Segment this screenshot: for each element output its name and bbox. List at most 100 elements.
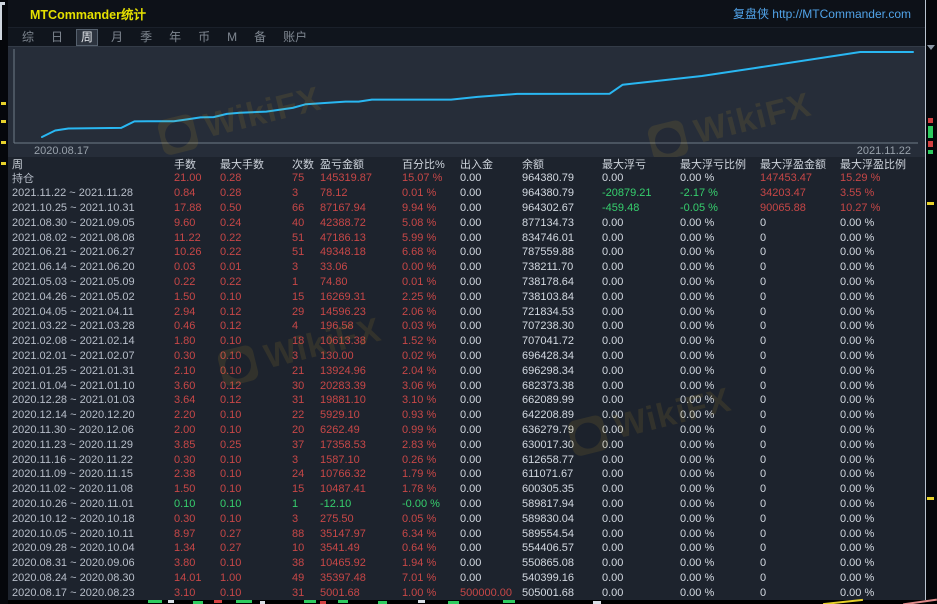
- table-row-2020-11-30[interactable]: 2020.11.30 ~ 2020.12.062.000.10206262.49…: [8, 423, 925, 438]
- cell: 0: [760, 468, 840, 480]
- table-row-2020-08-24[interactable]: 2020.08.24 ~ 2020.08.3014.011.004935397.…: [8, 571, 925, 586]
- menu-item-yue[interactable]: 月: [107, 30, 127, 45]
- cell: 0.00: [602, 335, 680, 347]
- menu-item-zhanghu[interactable]: 账户: [279, 30, 311, 45]
- cell: 0.00: [602, 439, 680, 451]
- table-row-2020-11-16[interactable]: 2020.11.16 ~ 2020.11.220.300.1031587.100…: [8, 452, 925, 467]
- table-row-2021-02-08[interactable]: 2021.02.08 ~ 2021.02.141.800.101810613.3…: [8, 334, 925, 349]
- menu-item-zong[interactable]: 综: [18, 30, 38, 45]
- cell: 1: [292, 276, 320, 288]
- cell: 29: [292, 306, 320, 318]
- cell: 0.00: [602, 320, 680, 332]
- menu-item-bi[interactable]: 币: [194, 30, 214, 45]
- cell: 0.00: [460, 365, 522, 377]
- table-row-2021-04-05[interactable]: 2021.04.05 ~ 2021.04.112.940.122914596.2…: [8, 304, 925, 319]
- table-row-2020-10-05[interactable]: 2020.10.05 ~ 2020.10.118.970.278835147.9…: [8, 526, 925, 541]
- cell: 0.10: [220, 513, 292, 525]
- equity-chart[interactable]: 2020.08.17 2021.11.22 WikiFX WikiFX: [8, 46, 925, 157]
- table-row-2021-01-25[interactable]: 2021.01.25 ~ 2021.01.312.100.102113924.9…: [8, 363, 925, 378]
- table-row-2020-10-26[interactable]: 2020.10.26 ~ 2020.11.010.100.101-12.10-0…: [8, 497, 925, 512]
- cell: 2021.10.25 ~ 2021.10.31: [8, 202, 174, 214]
- cell: 2020.09.28 ~ 2020.10.04: [8, 542, 174, 554]
- cell: -0.05 %: [680, 202, 760, 214]
- cell: 0.01: [220, 261, 292, 273]
- cell: 0.00: [602, 542, 680, 554]
- cell: 10613.38: [320, 335, 402, 347]
- menu-item-ji[interactable]: 季: [136, 30, 156, 45]
- cell: 0.00 %: [840, 365, 919, 377]
- table-row-2021-05-03[interactable]: 2021.05.03 ~ 2021.05.090.220.22174.800.0…: [8, 275, 925, 290]
- cell: 15.29 %: [840, 172, 919, 184]
- cell: 600305.35: [522, 483, 602, 495]
- cell: 0.10: [220, 335, 292, 347]
- cell: 589830.04: [522, 513, 602, 525]
- cell: 0.00: [460, 380, 522, 392]
- table-row-2021-01-04[interactable]: 2021.01.04 ~ 2021.01.103.600.123020283.3…: [8, 378, 925, 393]
- table-row-2021-06-21[interactable]: 2021.06.21 ~ 2021.06.2710.260.225149348.…: [8, 245, 925, 260]
- cell: 1.94 %: [402, 557, 460, 569]
- table-row-holdings[interactable]: 持仓21.000.2875145319.8715.07 %0.00964380.…: [8, 171, 925, 186]
- table-row-2021-06-14[interactable]: 2021.06.14 ~ 2021.06.200.030.01333.060.0…: [8, 260, 925, 275]
- menu-item-nian[interactable]: 年: [165, 30, 185, 45]
- cell: 1.50: [174, 291, 220, 303]
- table-row-2020-12-28[interactable]: 2020.12.28 ~ 2021.01.033.640.123119881.1…: [8, 393, 925, 408]
- cell: 2020.11.09 ~ 2020.11.15: [8, 468, 174, 480]
- table-row-2020-11-02[interactable]: 2020.11.02 ~ 2020.11.081.500.101510487.4…: [8, 482, 925, 497]
- cell: 16269.31: [320, 291, 402, 303]
- table-row-2021-11-22[interactable]: 2021.11.22 ~ 2021.11.280.840.28378.120.0…: [8, 186, 925, 201]
- cell: 3: [292, 454, 320, 466]
- table-row-2021-02-01[interactable]: 2021.02.01 ~ 2021.02.070.300.103130.000.…: [8, 349, 925, 364]
- table-row-2020-12-14[interactable]: 2020.12.14 ~ 2020.12.202.200.10225929.10…: [8, 408, 925, 423]
- table-row-2020-08-17[interactable]: 2020.08.17 ~ 2020.08.233.100.10315001.68…: [8, 585, 925, 600]
- cell: 3.60: [174, 380, 220, 392]
- cell: 2.00: [174, 424, 220, 436]
- menu-item-ri[interactable]: 日: [47, 30, 67, 45]
- cell: 3.10 %: [402, 394, 460, 406]
- cell: 0.00 %: [840, 320, 919, 332]
- cell: 0.00: [602, 424, 680, 436]
- cell: 0.00 %: [680, 528, 760, 540]
- menu-item-zhou[interactable]: 周: [76, 29, 98, 46]
- cell: 0.00 %: [680, 291, 760, 303]
- cell: 0.00 %: [840, 587, 919, 599]
- cell: 147453.47: [760, 172, 840, 184]
- cell: 0.00 %: [840, 513, 919, 525]
- cell: 0.01 %: [402, 187, 460, 199]
- cell: 0.00: [602, 217, 680, 229]
- cell: 0.05 %: [402, 513, 460, 525]
- table-row-2020-11-23[interactable]: 2020.11.23 ~ 2020.11.293.850.253717358.5…: [8, 437, 925, 452]
- cell: -20879.21: [602, 187, 680, 199]
- cell: 38: [292, 557, 320, 569]
- table-row-2020-09-28[interactable]: 2020.09.28 ~ 2020.10.041.340.27103541.49…: [8, 541, 925, 556]
- table-row-2020-08-31[interactable]: 2020.08.31 ~ 2020.09.063.800.103810465.9…: [8, 556, 925, 571]
- cell: 0: [760, 587, 840, 599]
- table-row-2021-10-25[interactable]: 2021.10.25 ~ 2021.10.3117.880.506687167.…: [8, 201, 925, 216]
- table-row-2020-11-09[interactable]: 2020.11.09 ~ 2020.11.152.380.102410766.3…: [8, 467, 925, 482]
- background-window-right: [926, 0, 937, 604]
- cell: 630017.30: [522, 439, 602, 451]
- table-row-2021-03-22[interactable]: 2021.03.22 ~ 2021.03.280.460.124196.580.…: [8, 319, 925, 334]
- brand-link[interactable]: 复盘侠 http://MTCommander.com: [733, 5, 911, 22]
- cell: 14.01: [174, 572, 220, 584]
- cell: 0.00 %: [840, 394, 919, 406]
- cell: 21: [292, 365, 320, 377]
- cell: 20: [292, 424, 320, 436]
- table-row-2021-04-26[interactable]: 2021.04.26 ~ 2021.05.021.500.101516269.3…: [8, 289, 925, 304]
- cell: 0.00: [460, 542, 522, 554]
- column-header: 手数: [174, 156, 220, 172]
- cell: 0: [760, 424, 840, 436]
- menu-item-m[interactable]: M: [223, 30, 241, 45]
- cell: 0.00 %: [680, 542, 760, 554]
- menu-item-bei[interactable]: 备: [250, 30, 270, 45]
- cell: 1587.10: [320, 454, 402, 466]
- cell: 0.25: [220, 439, 292, 451]
- column-header: 盈亏金额: [320, 156, 402, 172]
- table-row-2020-10-12[interactable]: 2020.10.12 ~ 2020.10.180.300.103275.500.…: [8, 511, 925, 526]
- table-row-2021-08-30[interactable]: 2021.08.30 ~ 2021.09.059.600.244042388.7…: [8, 215, 925, 230]
- cell: 0.00 %: [680, 587, 760, 599]
- table-row-2021-08-02[interactable]: 2021.08.02 ~ 2021.08.0811.220.225147186.…: [8, 230, 925, 245]
- cell: 0.00 %: [680, 572, 760, 584]
- cell: 707041.72: [522, 335, 602, 347]
- cell: 22: [292, 409, 320, 421]
- cell: 0: [760, 335, 840, 347]
